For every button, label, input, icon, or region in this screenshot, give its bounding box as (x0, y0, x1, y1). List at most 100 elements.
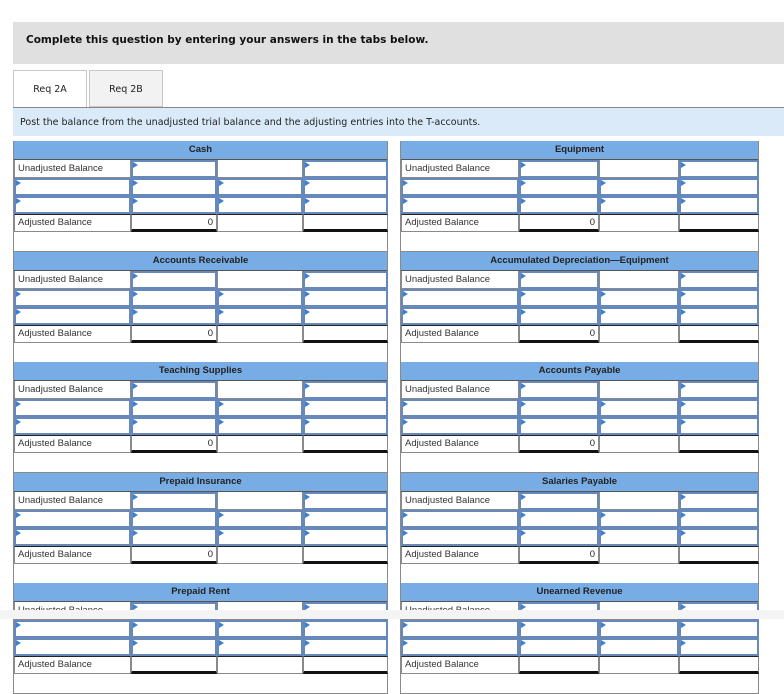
entry-label-input[interactable] (599, 306, 679, 325)
credit-input[interactable] (679, 178, 759, 196)
debit-input[interactable] (131, 620, 217, 638)
entry-label-input[interactable] (14, 509, 131, 528)
debit-input[interactable] (131, 509, 217, 528)
entry-label-input[interactable] (599, 196, 679, 214)
entry-label-input[interactable] (14, 638, 131, 656)
entry-label-input[interactable] (217, 509, 303, 528)
entry-label-input[interactable] (14, 620, 131, 638)
credit-input[interactable] (679, 638, 759, 656)
entry-label-input[interactable] (217, 620, 303, 638)
debit-input[interactable] (519, 620, 599, 638)
entry-label-input[interactable] (401, 178, 519, 196)
credit-input[interactable] (303, 306, 388, 325)
entry-label-input[interactable] (599, 527, 679, 546)
entry-label-input[interactable] (217, 178, 303, 196)
credit-input[interactable] (303, 509, 388, 528)
credit-input[interactable] (679, 491, 759, 510)
credit-input[interactable] (303, 491, 388, 510)
debit-input[interactable] (131, 638, 217, 656)
credit-input[interactable] (303, 178, 388, 196)
entry-label-input[interactable] (14, 196, 131, 214)
credit-input[interactable] (303, 399, 388, 417)
debit-input[interactable] (131, 270, 217, 289)
debit-input[interactable] (131, 491, 217, 510)
debit-input[interactable] (519, 160, 599, 178)
entry-label-input[interactable] (599, 178, 679, 196)
credit-input[interactable] (679, 417, 759, 435)
credit-input[interactable] (303, 288, 388, 307)
credit-input[interactable] (303, 417, 388, 435)
debit-input[interactable] (131, 417, 217, 435)
credit-input[interactable] (303, 160, 388, 178)
entry-label-input[interactable] (401, 638, 519, 656)
credit-input[interactable] (303, 527, 388, 546)
entry-label-input[interactable] (401, 399, 519, 417)
entry-label-input[interactable] (401, 527, 519, 546)
debit-input[interactable] (131, 399, 217, 417)
entry-label-input[interactable] (14, 306, 131, 325)
entry-label-input[interactable] (599, 620, 679, 638)
credit-input[interactable] (679, 288, 759, 307)
entry-label-input[interactable] (599, 638, 679, 656)
credit-input[interactable] (679, 270, 759, 289)
debit-input[interactable] (131, 160, 217, 178)
credit-input[interactable] (303, 638, 388, 656)
credit-input[interactable] (303, 620, 388, 638)
credit-input[interactable] (679, 509, 759, 528)
debit-input[interactable] (131, 288, 217, 307)
entry-label-input[interactable] (401, 288, 519, 307)
credit-input[interactable] (303, 196, 388, 214)
entry-label-input[interactable] (14, 527, 131, 546)
entry-label-input[interactable] (599, 288, 679, 307)
entry-label-input[interactable] (599, 399, 679, 417)
entry-label-input[interactable] (14, 399, 131, 417)
entry-label-input[interactable] (14, 417, 131, 435)
entry-label-input[interactable] (217, 306, 303, 325)
entry-label-input[interactable] (217, 288, 303, 307)
credit-input[interactable] (303, 381, 388, 399)
entry-label-input[interactable] (14, 288, 131, 307)
debit-input[interactable] (519, 381, 599, 399)
entry-label-input[interactable] (217, 196, 303, 214)
debit-input[interactable] (519, 491, 599, 510)
debit-input[interactable] (131, 196, 217, 214)
tab-req-2a[interactable]: Req 2A (13, 70, 87, 108)
entry-label-input[interactable] (401, 417, 519, 435)
entry-label-input[interactable] (217, 399, 303, 417)
credit-input[interactable] (679, 381, 759, 399)
debit-input[interactable] (519, 196, 599, 214)
debit-input[interactable] (131, 306, 217, 325)
debit-input[interactable] (519, 306, 599, 325)
credit-input[interactable] (679, 620, 759, 638)
tab-req-2b[interactable]: Req 2B (89, 70, 163, 107)
entry-label-input[interactable] (599, 417, 679, 435)
credit-input[interactable] (679, 399, 759, 417)
credit-input[interactable] (303, 270, 388, 289)
credit-input[interactable] (679, 306, 759, 325)
t-account-accounts-payable: Accounts Payable Unadjusted Balance Adjust… (401, 362, 759, 473)
debit-input[interactable] (519, 288, 599, 307)
debit-input[interactable] (519, 399, 599, 417)
entry-label-input[interactable] (401, 196, 519, 214)
credit-input[interactable] (679, 160, 759, 178)
entry-label-input[interactable] (599, 509, 679, 528)
credit-input[interactable] (679, 527, 759, 546)
debit-input[interactable] (519, 638, 599, 656)
entry-label-input[interactable] (401, 306, 519, 325)
debit-input[interactable] (519, 178, 599, 196)
credit-input[interactable] (679, 196, 759, 214)
entry-label-input[interactable] (401, 509, 519, 528)
debit-input[interactable] (519, 509, 599, 528)
debit-input[interactable] (519, 527, 599, 546)
entry-label-input[interactable] (217, 417, 303, 435)
debit-input[interactable] (131, 178, 217, 196)
entry-label-input[interactable] (14, 178, 131, 196)
adjusted-balance-label: Adjusted Balance (14, 545, 131, 564)
debit-input[interactable] (131, 381, 217, 399)
entry-label-input[interactable] (401, 620, 519, 638)
debit-input[interactable] (519, 417, 599, 435)
entry-label-input[interactable] (217, 638, 303, 656)
debit-input[interactable] (131, 527, 217, 546)
entry-label-input[interactable] (217, 527, 303, 546)
debit-input[interactable] (519, 270, 599, 289)
